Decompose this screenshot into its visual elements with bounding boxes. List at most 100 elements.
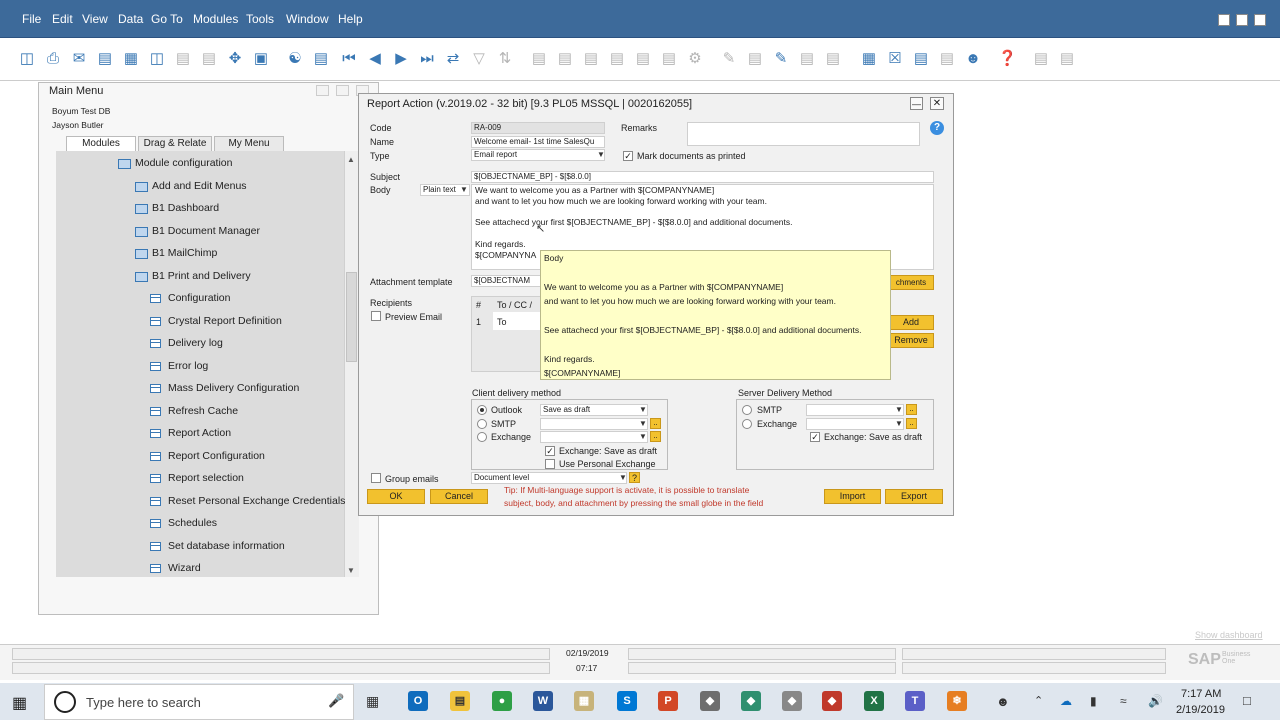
- menu-tree-item[interactable]: Configuration: [168, 292, 230, 304]
- people-icon[interactable]: ☻: [996, 694, 1010, 709]
- last-record-icon[interactable]: ⏭: [418, 50, 436, 68]
- exchange-save-draft-checkbox[interactable]: ✓: [545, 446, 555, 456]
- chevron-down-icon[interactable]: ▼: [895, 405, 903, 414]
- add-button[interactable]: Add: [888, 315, 934, 330]
- server-smtp-select[interactable]: [806, 404, 904, 416]
- menu-tools[interactable]: Tools: [246, 12, 274, 26]
- mm-minimize-icon[interactable]: [316, 85, 329, 96]
- menu-view[interactable]: View: [82, 12, 108, 26]
- module-tree-scrollbar[interactable]: [344, 151, 359, 577]
- dialog-close-icon[interactable]: ✕: [930, 97, 944, 110]
- first-record-icon[interactable]: ⏮: [340, 50, 358, 68]
- ok-button[interactable]: OK: [367, 489, 425, 504]
- prev-record-icon[interactable]: ◀: [366, 50, 384, 68]
- server-exchange-select[interactable]: [806, 418, 904, 430]
- find-icon[interactable]: ☯: [286, 50, 304, 68]
- excel-app-icon[interactable]: X: [864, 691, 884, 711]
- restore-icon[interactable]: [1236, 14, 1248, 26]
- menu-tree-item[interactable]: Set database information: [168, 540, 285, 552]
- mark-printed-checkbox[interactable]: ✓: [623, 151, 633, 161]
- smtp-select[interactable]: [540, 418, 648, 430]
- menu-tree-item[interactable]: Reset Personal Exchange Credentials: [168, 495, 345, 507]
- server-smtp-browse-button[interactable]: ..: [906, 404, 917, 415]
- microphone-icon[interactable]: 🎤: [328, 693, 344, 709]
- tab-drag-relate[interactable]: Drag & Relate: [138, 136, 212, 151]
- menu-tree-item[interactable]: Refresh Cache: [168, 405, 238, 417]
- chevron-down-icon[interactable]: ▼: [619, 473, 627, 482]
- powerpoint-icon[interactable]: P: [658, 691, 678, 711]
- menu-edit[interactable]: Edit: [52, 12, 73, 26]
- document-level-select[interactable]: Document level: [471, 472, 627, 484]
- onedrive-icon[interactable]: ☁: [1060, 694, 1072, 708]
- mm-maximize-icon[interactable]: [336, 85, 349, 96]
- name-field[interactable]: Welcome email- 1st time SalesQu: [471, 136, 605, 148]
- menu-tree-item[interactable]: B1 Dashboard: [152, 202, 219, 214]
- add-icon[interactable]: ▤: [312, 50, 330, 68]
- menu-tree-item[interactable]: B1 Document Manager: [152, 225, 260, 237]
- menu-window[interactable]: Window: [286, 12, 329, 26]
- excel-icon[interactable]: ◫: [148, 50, 166, 68]
- tab-my-menu[interactable]: My Menu: [214, 136, 284, 151]
- import-button[interactable]: Import: [824, 489, 881, 504]
- user-icon[interactable]: ☻: [964, 50, 982, 68]
- code-field[interactable]: RA-009: [471, 122, 605, 134]
- help-icon[interactable]: ?: [930, 121, 944, 135]
- menu-tree-item[interactable]: Delivery log: [168, 337, 223, 349]
- subject-field[interactable]: $[OBJECTNAME_BP] - $[$8.0.0]: [471, 171, 934, 183]
- cancel-button[interactable]: Cancel: [430, 489, 488, 504]
- menu-tree-item[interactable]: Report Configuration: [168, 450, 265, 462]
- scroll-down-icon[interactable]: ▼: [347, 566, 355, 575]
- smtp-radio[interactable]: [477, 419, 487, 429]
- scroll-up-icon[interactable]: ▲: [347, 155, 355, 164]
- app-icon[interactable]: ◆: [741, 691, 761, 711]
- windows-start-icon[interactable]: ▦: [12, 693, 27, 713]
- teams-icon[interactable]: T: [905, 691, 925, 711]
- menu-tree-item[interactable]: B1 MailChimp: [152, 247, 217, 259]
- menu-goto[interactable]: Go To: [151, 12, 183, 26]
- exchange-browse-button[interactable]: ..: [650, 431, 661, 442]
- menu-file[interactable]: File: [22, 12, 41, 26]
- menu-tree-item[interactable]: Module configuration: [135, 157, 232, 169]
- minimize-icon[interactable]: [1218, 14, 1230, 26]
- remove-button[interactable]: Remove: [888, 333, 934, 348]
- smtp-browse-button[interactable]: ..: [650, 418, 661, 429]
- chevron-down-icon[interactable]: ▼: [639, 432, 647, 441]
- skype-icon[interactable]: S: [617, 691, 637, 711]
- menu-tree-item[interactable]: Error log: [168, 360, 208, 372]
- task-view-icon[interactable]: ▦: [366, 693, 379, 710]
- cortana-icon[interactable]: [54, 691, 76, 713]
- dialog-minimize-icon[interactable]: —: [910, 97, 923, 110]
- menu-data[interactable]: Data: [118, 12, 143, 26]
- type-select[interactable]: Email report: [471, 149, 605, 161]
- menu-help[interactable]: Help: [338, 12, 363, 26]
- scroll-thumb[interactable]: [346, 272, 357, 362]
- notifications-icon[interactable]: □: [1243, 693, 1251, 708]
- outlook-mode-select[interactable]: Save as draft: [540, 404, 648, 416]
- lock-icon[interactable]: ▣: [252, 50, 270, 68]
- chevron-down-icon[interactable]: ▼: [895, 419, 903, 428]
- attachment-field[interactable]: $[OBJECTNAM: [471, 275, 541, 287]
- email-icon[interactable]: ✉: [70, 50, 88, 68]
- help-icon[interactable]: ❓: [998, 50, 1017, 68]
- document-level-help-button[interactable]: ?: [629, 472, 640, 483]
- chevron-down-icon[interactable]: ▼: [460, 185, 468, 194]
- preview-icon[interactable]: ◫: [18, 50, 36, 68]
- close-icon[interactable]: [1254, 14, 1266, 26]
- attachments-button[interactable]: chments: [888, 275, 934, 290]
- exchange-select[interactable]: [540, 431, 648, 443]
- calendar-icon[interactable]: ▦: [860, 50, 878, 68]
- personal-exchange-checkbox[interactable]: [545, 459, 555, 469]
- export-button[interactable]: Export: [885, 489, 943, 504]
- menu-tree-item[interactable]: Crystal Report Definition: [168, 315, 282, 327]
- remarks-field[interactable]: [687, 122, 920, 146]
- server-exchange-radio[interactable]: [742, 419, 752, 429]
- chevron-down-icon[interactable]: ▼: [597, 150, 605, 159]
- chevron-down-icon[interactable]: ▼: [639, 405, 647, 414]
- preview-email-checkbox[interactable]: [371, 311, 381, 321]
- close-doc-icon[interactable]: ☒: [886, 50, 904, 68]
- grid-row-value[interactable]: To: [497, 317, 507, 327]
- print-icon[interactable]: ⎙: [44, 50, 62, 68]
- app-icon[interactable]: ◆: [700, 691, 720, 711]
- app-icon[interactable]: ❄: [947, 691, 967, 711]
- chevron-up-icon[interactable]: ⌃: [1034, 694, 1043, 707]
